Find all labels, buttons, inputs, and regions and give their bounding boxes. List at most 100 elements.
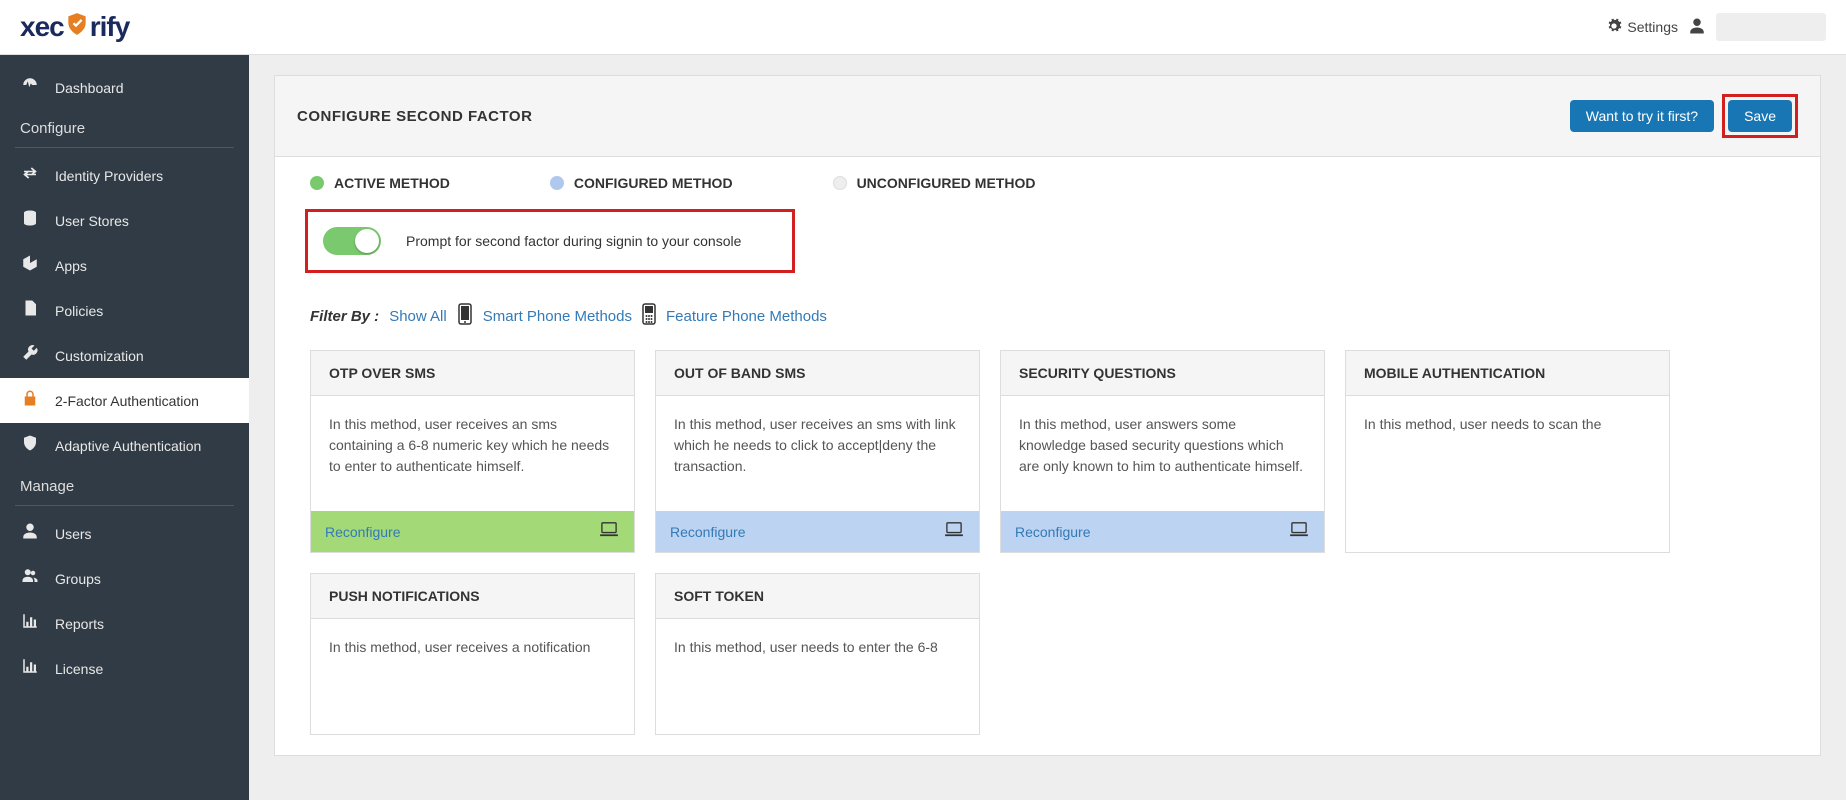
panel: CONFIGURE SECOND FACTOR Want to try it f… xyxy=(274,75,1821,756)
settings-link[interactable]: Settings xyxy=(1606,18,1678,37)
filter-row: Filter By : Show All Smart Phone Methods… xyxy=(275,293,1820,350)
sidebar-item-customization[interactable]: Customization xyxy=(0,333,249,378)
sidebar-item-label: Groups xyxy=(55,571,101,587)
sidebar-item-label: Identity Providers xyxy=(55,168,163,184)
gear-icon xyxy=(1606,18,1622,37)
sidebar-item-apps[interactable]: Apps xyxy=(0,243,249,288)
card-body: In this method, user receives a notifica… xyxy=(311,619,634,734)
dot-configured-icon xyxy=(550,176,564,190)
sidebar-item-label: 2-Factor Authentication xyxy=(55,393,199,409)
chart-icon xyxy=(20,657,40,680)
card-footer: Reconfigure xyxy=(1001,511,1324,552)
chart-icon xyxy=(20,612,40,635)
prompt-row: Prompt for second factor during signin t… xyxy=(305,209,795,273)
reconfigure-link[interactable]: Reconfigure xyxy=(670,524,746,540)
sidebar-item-label: Apps xyxy=(55,258,87,274)
sidebar-item-label: License xyxy=(55,661,103,677)
prompt-toggle[interactable] xyxy=(323,227,381,255)
card-title: PUSH NOTIFICATIONS xyxy=(311,574,634,619)
method-card: MOBILE AUTHENTICATIONIn this method, use… xyxy=(1345,350,1670,553)
legend-active-label: ACTIVE METHOD xyxy=(334,175,450,191)
card-body: In this method, user receives an sms wit… xyxy=(656,396,979,511)
filter-smart[interactable]: Smart Phone Methods xyxy=(483,308,632,325)
sidebar-item-users[interactable]: Users xyxy=(0,511,249,556)
logo-text-post: rify xyxy=(90,11,130,43)
sidebar-item-label: User Stores xyxy=(55,213,129,229)
try-button[interactable]: Want to try it first? xyxy=(1570,100,1714,132)
user-name-area[interactable] xyxy=(1716,13,1826,41)
doc-icon xyxy=(20,299,40,322)
users-icon xyxy=(20,567,40,590)
card-footer: Reconfigure xyxy=(656,511,979,552)
wrench-icon xyxy=(20,344,40,367)
laptop-icon xyxy=(598,521,620,542)
legend-unconfigured-label: UNCONFIGURED METHOD xyxy=(857,175,1036,191)
card-title: SECURITY QUESTIONS xyxy=(1001,351,1324,396)
legend-configured: CONFIGURED METHOD xyxy=(550,175,733,191)
sidebar-item-label: Dashboard xyxy=(55,80,124,96)
dot-active-icon xyxy=(310,176,324,190)
sidebar-item-label: Adaptive Authentication xyxy=(55,438,201,454)
save-button[interactable]: Save xyxy=(1728,100,1792,132)
card-body: In this method, user receives an sms con… xyxy=(311,396,634,511)
method-card: PUSH NOTIFICATIONSIn this method, user r… xyxy=(310,573,635,735)
shield-icon xyxy=(20,434,40,457)
sidebar-item-identity-providers[interactable]: Identity Providers xyxy=(0,153,249,198)
legend: ACTIVE METHOD CONFIGURED METHOD UNCONFIG… xyxy=(275,157,1820,209)
sidebar-item-user-stores[interactable]: User Stores xyxy=(0,198,249,243)
toggle-knob xyxy=(355,229,379,253)
cube-icon xyxy=(20,254,40,277)
sidebar-item-2-factor-authentication[interactable]: 2-Factor Authentication xyxy=(0,378,249,423)
filter-show-all[interactable]: Show All xyxy=(389,308,447,325)
card-body: In this method, user needs to enter the … xyxy=(656,619,979,734)
db-icon xyxy=(20,209,40,232)
sidebar-item-policies[interactable]: Policies xyxy=(0,288,249,333)
prompt-text: Prompt for second factor during signin t… xyxy=(406,233,741,249)
sidebar-section: Manage xyxy=(0,468,249,500)
user-icon[interactable] xyxy=(1688,17,1706,38)
main: CONFIGURE SECOND FACTOR Want to try it f… xyxy=(249,55,1846,800)
logo: xec rify xyxy=(20,11,129,44)
topbar: xec rify Settings xyxy=(0,0,1846,55)
user-icon xyxy=(20,522,40,545)
save-highlight: Save xyxy=(1722,94,1798,138)
panel-header: CONFIGURE SECOND FACTOR Want to try it f… xyxy=(275,76,1820,157)
reconfigure-link[interactable]: Reconfigure xyxy=(1015,524,1091,540)
sidebar-divider xyxy=(15,147,234,148)
sidebar-item-label: Reports xyxy=(55,616,104,632)
logo-text-pre: xec xyxy=(20,11,64,43)
smartphone-icon xyxy=(457,303,473,330)
card-body: In this method, user needs to scan the xyxy=(1346,396,1669,552)
sidebar-item-label: Users xyxy=(55,526,92,542)
settings-label: Settings xyxy=(1627,19,1678,35)
sidebar-item-license[interactable]: License xyxy=(0,646,249,691)
topbar-right: Settings xyxy=(1606,13,1826,41)
method-card: SOFT TOKENIn this method, user needs to … xyxy=(655,573,980,735)
card-title: OUT OF BAND SMS xyxy=(656,351,979,396)
dashboard-icon xyxy=(20,76,40,99)
method-card: SECURITY QUESTIONSIn this method, user a… xyxy=(1000,350,1325,553)
card-title: SOFT TOKEN xyxy=(656,574,979,619)
card-title: OTP OVER SMS xyxy=(311,351,634,396)
sidebar: DashboardConfigureIdentity ProvidersUser… xyxy=(0,55,249,800)
shield-icon xyxy=(64,11,90,44)
cards: OTP OVER SMSIn this method, user receive… xyxy=(275,350,1820,755)
sidebar-item-label: Customization xyxy=(55,348,144,364)
method-card: OTP OVER SMSIn this method, user receive… xyxy=(310,350,635,553)
sidebar-item-dashboard[interactable]: Dashboard xyxy=(0,65,249,110)
sidebar-item-groups[interactable]: Groups xyxy=(0,556,249,601)
legend-unconfigured: UNCONFIGURED METHOD xyxy=(833,175,1036,191)
sidebar-item-adaptive-authentication[interactable]: Adaptive Authentication xyxy=(0,423,249,468)
method-card: OUT OF BAND SMSIn this method, user rece… xyxy=(655,350,980,553)
exchange-icon xyxy=(20,164,40,187)
card-title: MOBILE AUTHENTICATION xyxy=(1346,351,1669,396)
laptop-icon xyxy=(1288,521,1310,542)
laptop-icon xyxy=(943,521,965,542)
legend-configured-label: CONFIGURED METHOD xyxy=(574,175,733,191)
sidebar-item-label: Policies xyxy=(55,303,103,319)
lock-icon xyxy=(20,389,40,412)
reconfigure-link[interactable]: Reconfigure xyxy=(325,524,401,540)
card-body: In this method, user answers some knowle… xyxy=(1001,396,1324,511)
sidebar-item-reports[interactable]: Reports xyxy=(0,601,249,646)
filter-feature[interactable]: Feature Phone Methods xyxy=(666,308,827,325)
